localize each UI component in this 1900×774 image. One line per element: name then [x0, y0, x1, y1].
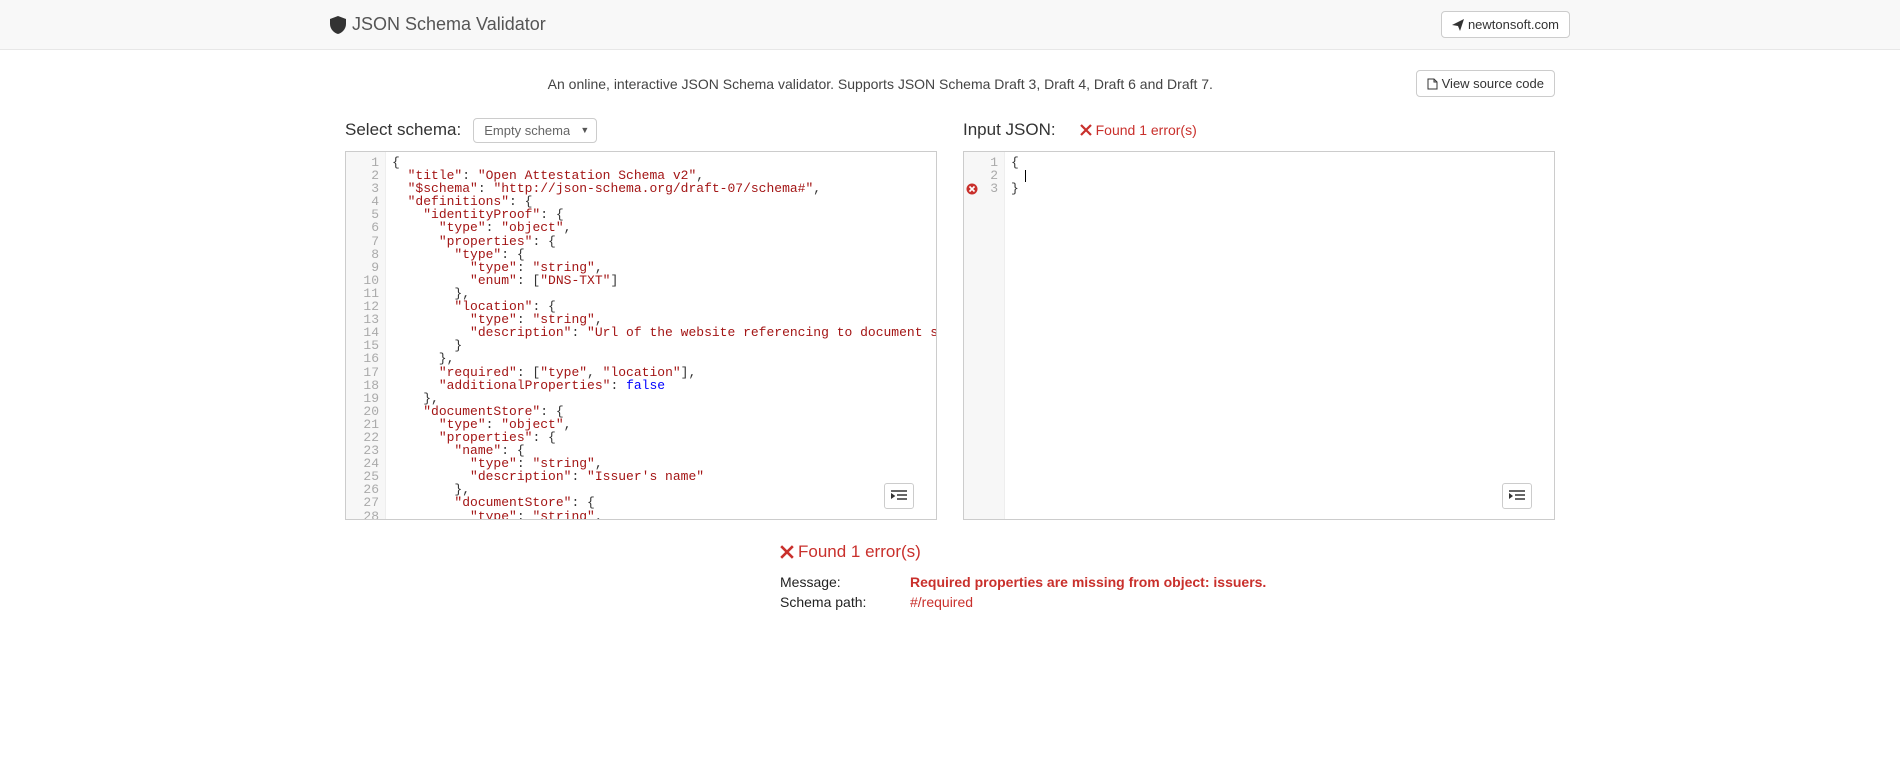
input-error-text: Found 1 error(s)	[1096, 122, 1197, 138]
file-icon	[1427, 78, 1438, 90]
input-label: Input JSON:	[963, 120, 1056, 140]
topbar: JSON Schema Validator newtonsoft.com	[0, 0, 1900, 50]
brand: JSON Schema Validator	[330, 14, 546, 35]
x-icon	[780, 545, 794, 559]
text-cursor	[1025, 170, 1026, 182]
input-editor[interactable]: 123{}	[963, 151, 1555, 520]
schema-editor[interactable]: 1234567891011121314151617181920212223242…	[345, 151, 937, 520]
code-line[interactable]: "enum": ["DNS-TXT"]	[392, 274, 936, 287]
code-line[interactable]: {	[1011, 156, 1548, 169]
schema-label: Select schema:	[345, 120, 461, 140]
intro-text: An online, interactive JSON Schema valid…	[345, 76, 1416, 92]
results-error-text: Found 1 error(s)	[798, 542, 921, 562]
schema-format-button[interactable]	[884, 483, 914, 509]
results-message-label: Message:	[780, 574, 910, 590]
code-line[interactable]: "description": "Url of the website refer…	[392, 326, 936, 339]
results-error-badge: Found 1 error(s)	[780, 542, 921, 562]
results-path-label: Schema path:	[780, 594, 910, 610]
gutter: 1234567891011121314151617181920212223242…	[346, 152, 386, 519]
indent-icon	[1509, 490, 1525, 502]
input-format-button[interactable]	[1502, 483, 1532, 509]
indent-icon	[891, 490, 907, 502]
code-line[interactable]: "type": "string",	[392, 510, 936, 519]
code-line[interactable]: }	[1011, 182, 1548, 195]
schema-select[interactable]: Empty schema	[473, 118, 597, 143]
code-line[interactable]: "additionalProperties": false	[392, 379, 936, 392]
code-area[interactable]: {}	[1005, 152, 1554, 519]
gutter: 123	[964, 152, 1005, 519]
results-message-value: Required properties are missing from obj…	[910, 574, 1266, 590]
code-line[interactable]	[1011, 169, 1548, 182]
external-link-label: newtonsoft.com	[1468, 17, 1559, 32]
error-marker-icon	[966, 183, 978, 195]
code-line[interactable]: "description": "Issuer's name"	[392, 470, 936, 483]
x-icon	[1080, 124, 1092, 136]
code-area[interactable]: { "title": "Open Attestation Schema v2",…	[386, 152, 936, 519]
results: Found 1 error(s) Message: Required prope…	[480, 542, 1420, 610]
code-line[interactable]: }	[392, 339, 936, 352]
schema-panel: Select schema: Empty schema 123456789101…	[345, 115, 937, 520]
input-error-badge: Found 1 error(s)	[1080, 122, 1197, 138]
view-source-button[interactable]: View source code	[1416, 70, 1555, 97]
app-title: JSON Schema Validator	[352, 14, 546, 35]
results-path-value: #/required	[910, 594, 973, 610]
view-source-label: View source code	[1442, 76, 1544, 91]
intro-row: An online, interactive JSON Schema valid…	[345, 70, 1555, 97]
input-panel: Input JSON: Found 1 error(s) 123{}	[963, 115, 1555, 520]
paper-plane-icon	[1452, 19, 1464, 31]
shield-icon	[330, 16, 346, 34]
external-link-button[interactable]: newtonsoft.com	[1441, 11, 1570, 38]
